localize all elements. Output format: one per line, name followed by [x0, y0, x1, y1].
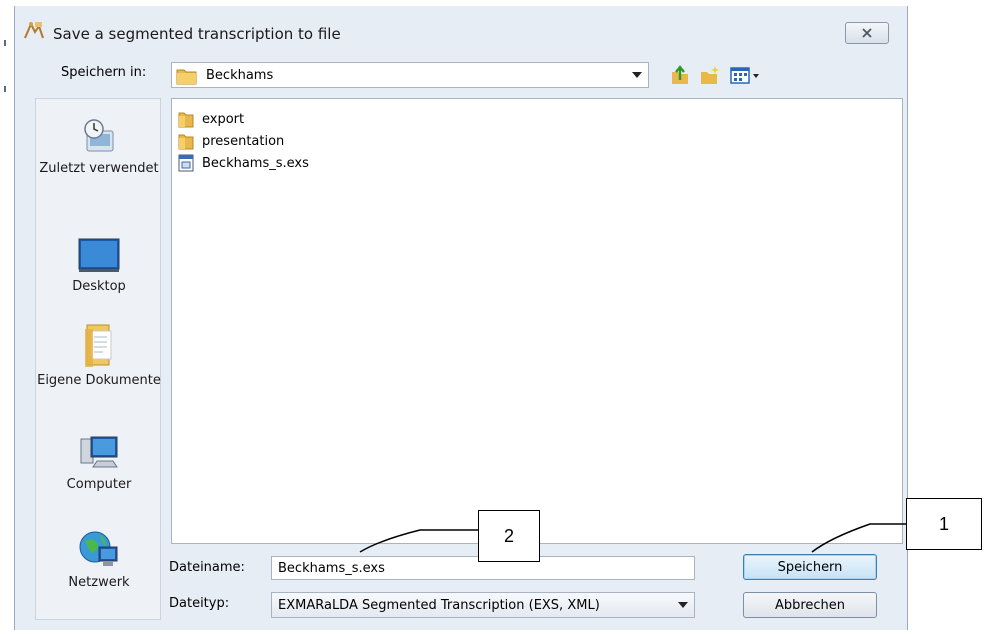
callout-2: 2	[478, 510, 540, 562]
callout-1-number: 1	[938, 513, 949, 534]
callout-2-leader	[359, 529, 478, 553]
callout-2-number: 2	[503, 525, 514, 546]
callout-1: 1	[906, 498, 982, 550]
callout-1-leader	[811, 523, 906, 553]
